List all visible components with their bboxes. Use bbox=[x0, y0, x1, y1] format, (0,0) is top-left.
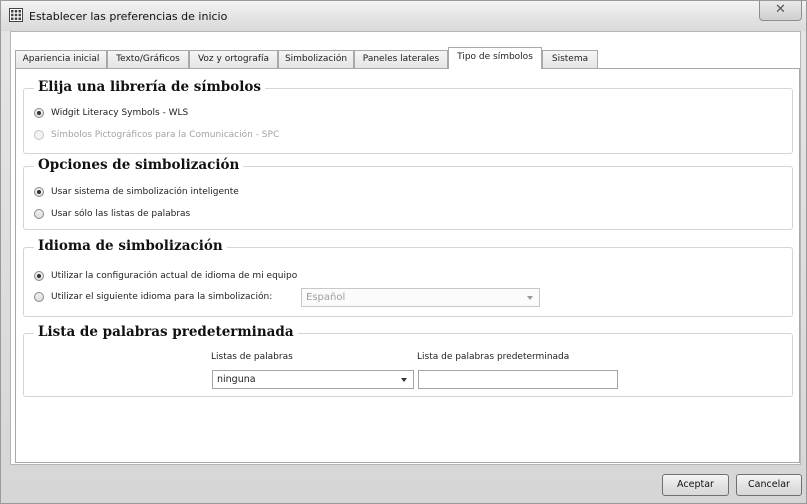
radio-wls-indicator[interactable] bbox=[34, 108, 44, 118]
radio-smart-indicator[interactable] bbox=[34, 187, 44, 197]
wordlists-select[interactable]: ninguna bbox=[212, 370, 414, 389]
radio-smart-symbolization[interactable]: Usar sistema de simbolización inteligent… bbox=[34, 185, 239, 199]
radio-spc-indicator bbox=[34, 130, 44, 140]
close-button[interactable]: ✕ bbox=[759, 1, 802, 21]
default-wordlist-label: Lista de palabras predeterminada bbox=[417, 352, 570, 362]
preferences-dialog: Establecer las preferencias de inicio ✕ … bbox=[0, 0, 807, 504]
default-wordlist-group: Lista de palabras predeterminada Listas … bbox=[23, 324, 793, 397]
ok-button[interactable]: Aceptar bbox=[662, 474, 729, 496]
radio-wls-label: Widgit Literacy Symbols - WLS bbox=[51, 108, 189, 118]
radio-wordlists-indicator[interactable] bbox=[34, 209, 44, 219]
tab-texto-graficos[interactable]: Texto/Gráficos bbox=[107, 50, 189, 68]
chevron-down-icon bbox=[401, 378, 407, 382]
symbolization-language-title: Idioma de simbolización bbox=[34, 238, 227, 254]
tab-paneles-laterales[interactable]: Paneles laterales bbox=[354, 50, 448, 68]
symbolization-options-title: Opciones de simbolización bbox=[34, 157, 244, 173]
radio-custom-language[interactable]: Utilizar el siguiente idioma para la sim… bbox=[34, 290, 272, 304]
grid-app-icon bbox=[9, 8, 23, 22]
radio-smart-label: Usar sistema de simbolización inteligent… bbox=[51, 187, 239, 197]
default-wordlist-field[interactable] bbox=[418, 370, 618, 389]
radio-spc: Símbolos Pictográficos para la Comunicac… bbox=[34, 128, 279, 142]
cancel-button[interactable]: Cancelar bbox=[736, 474, 802, 496]
radio-custom-language-label: Utilizar el siguiente idioma para la sim… bbox=[51, 292, 273, 302]
chevron-down-icon bbox=[527, 296, 533, 300]
tab-simbolizacion[interactable]: Simbolización bbox=[278, 50, 354, 68]
radio-system-language-label: Utilizar la configuración actual de idio… bbox=[51, 271, 298, 281]
symbolization-options-group: Opciones de simbolización Usar sistema d… bbox=[23, 157, 793, 230]
symbol-library-title: Elija una librería de símbolos bbox=[34, 79, 265, 95]
radio-spc-label: Símbolos Pictográficos para la Comunicac… bbox=[51, 130, 280, 140]
radio-custom-language-indicator[interactable] bbox=[34, 292, 44, 302]
radio-system-language-indicator[interactable] bbox=[34, 271, 44, 281]
tab-voz-ortografia[interactable]: Voz y ortografía bbox=[189, 50, 278, 68]
radio-wordlists-label: Usar sólo las listas de palabras bbox=[51, 209, 191, 219]
radio-wls[interactable]: Widgit Literacy Symbols - WLS bbox=[34, 106, 188, 120]
wordlists-select-value: ninguna bbox=[217, 374, 256, 385]
language-select: Español bbox=[301, 288, 540, 307]
tab-sistema[interactable]: Sistema bbox=[542, 50, 598, 68]
language-select-value: Español bbox=[306, 292, 346, 303]
radio-system-language[interactable]: Utilizar la configuración actual de idio… bbox=[34, 269, 297, 283]
tab-tipo-de-simbolos[interactable]: Tipo de símbolos bbox=[448, 47, 542, 69]
symbolization-language-group: Idioma de simbolización Utilizar la conf… bbox=[23, 238, 793, 317]
window-title: Establecer las preferencias de inicio bbox=[29, 10, 228, 23]
radio-wordlists-only[interactable]: Usar sólo las listas de palabras bbox=[34, 207, 190, 221]
wordlists-label: Listas de palabras bbox=[211, 352, 293, 362]
title-bar[interactable]: Establecer las preferencias de inicio ✕ bbox=[1, 1, 806, 31]
symbol-library-group: Elija una librería de símbolos Widgit Li… bbox=[23, 79, 793, 154]
tab-apariencia-inicial[interactable]: Apariencia inicial bbox=[15, 50, 107, 68]
default-wordlist-title: Lista de palabras predeterminada bbox=[34, 324, 298, 340]
close-icon: ✕ bbox=[775, 2, 786, 17]
